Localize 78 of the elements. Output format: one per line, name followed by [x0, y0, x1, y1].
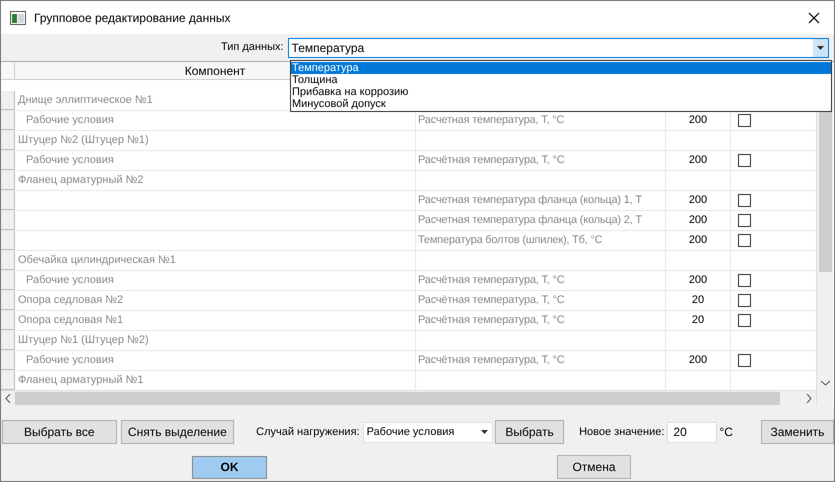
row-checkbox[interactable]	[738, 214, 751, 227]
new-value-field[interactable]: 20	[667, 422, 718, 442]
parameter-name: Расчётная температура, T, °C	[417, 353, 564, 368]
row-header[interactable]	[1, 311, 15, 330]
parameter-name: Расчетная температура фланца (кольца) 2, T	[417, 213, 642, 228]
row-checkbox[interactable]	[738, 274, 751, 287]
component-name: Опора седловая №1	[17, 313, 124, 328]
row-header[interactable]	[1, 331, 15, 350]
component-name: Фланец арматурный №1	[17, 373, 144, 388]
parameter-name: Температура болтов (шпилек), Tб, °C	[417, 233, 602, 248]
row-checkbox[interactable]	[738, 294, 751, 307]
row-header[interactable]	[1, 191, 15, 210]
load-case-name: Рабочие условия	[25, 273, 114, 288]
component-name: Штуцер №1 (Штуцер №2)	[17, 333, 149, 348]
new-value-label: Новое значение:	[579, 424, 664, 440]
parameter-name: Расчетная температура, T, °C	[417, 113, 564, 128]
data-type-option[interactable]: Прибавка на коррозию	[291, 86, 831, 98]
parameter-name: Расчетная температура фланца (кольца) 1, T	[417, 193, 642, 208]
data-type-label: Тип данных:	[221, 40, 284, 56]
component-name: Опора седловая №2	[17, 293, 124, 308]
scroll-left-icon[interactable]	[5, 394, 11, 403]
dropdown-arrow-icon	[480, 430, 488, 434]
row-header[interactable]	[1, 291, 15, 310]
value-cell-text: 200	[688, 353, 708, 368]
component-name: Фланец арматурный №2	[17, 173, 144, 188]
value-cell-text: 200	[688, 153, 708, 168]
value-cell-text: 200	[688, 233, 708, 248]
value-cell-text: 200	[688, 273, 708, 288]
value-cell-text: 200	[688, 213, 708, 228]
select-all-button[interactable]: Выбрать все	[2, 420, 117, 444]
value-cell-text: 20	[692, 313, 704, 328]
load-case-dropdown[interactable]: Рабочие условия	[362, 422, 493, 442]
scroll-down-icon[interactable]	[820, 380, 830, 386]
row-checkbox[interactable]	[738, 194, 751, 207]
horizontal-scrollbar[interactable]	[1, 390, 816, 406]
row-checkbox[interactable]	[738, 234, 751, 247]
row-header[interactable]	[1, 151, 15, 170]
unit-label: °C	[719, 424, 733, 441]
load-case-label: Случай нагружения:	[256, 424, 360, 440]
row-checkbox[interactable]	[738, 114, 751, 127]
component-name: Штуцер №2 (Штуцер №1)	[17, 133, 149, 148]
row-header[interactable]	[1, 91, 15, 110]
component-name: Днище эллиптическое №1	[17, 93, 153, 108]
row-header[interactable]	[1, 231, 15, 250]
row-header[interactable]	[1, 211, 15, 230]
cancel-button[interactable]: Отмена	[557, 455, 631, 479]
close-icon[interactable]	[808, 12, 820, 24]
parameter-name: Расчётная температура, T, °C	[417, 273, 564, 288]
data-type-option[interactable]: Минусовой допуск	[291, 98, 831, 110]
load-case-name: Рабочие условия	[25, 153, 114, 168]
value-cell-text: 20	[692, 293, 704, 308]
data-type-option[interactable]: Температура	[291, 62, 831, 74]
row-header[interactable]	[1, 271, 15, 290]
scroll-right-icon[interactable]	[806, 394, 812, 403]
value-cell-text: 200	[688, 113, 708, 128]
window-title: Групповое редактирование данных	[34, 10, 230, 26]
row-checkbox[interactable]	[738, 154, 751, 167]
load-case-name: Рабочие условия	[25, 353, 114, 368]
parameter-name: Расчётная температура, T, °C	[417, 313, 564, 328]
dropdown-arrow-icon	[816, 46, 824, 50]
row-checkbox[interactable]	[738, 314, 751, 327]
choose-button[interactable]: Выбрать	[494, 420, 564, 444]
replace-button[interactable]: Заменить	[760, 420, 834, 444]
load-case-name: Рабочие условия	[25, 113, 114, 128]
data-type-dropdown[interactable]: Температура	[288, 38, 829, 58]
row-header[interactable]	[1, 131, 15, 150]
ok-button[interactable]: OK	[192, 456, 267, 478]
value-cell-text: 200	[688, 193, 708, 208]
row-checkbox[interactable]	[738, 354, 751, 367]
parameter-name: Расчётная температура, T, °C	[417, 293, 564, 308]
row-header[interactable]	[1, 111, 15, 130]
row-header[interactable]	[1, 351, 15, 370]
deselect-button[interactable]: Снять выделение	[120, 420, 234, 444]
app-icon	[10, 10, 26, 24]
parameter-name: Расчётная температура, T, °C	[417, 153, 564, 168]
row-header[interactable]	[1, 251, 15, 270]
component-name: Обечайка цилиндрическая №1	[17, 253, 176, 268]
row-header[interactable]	[1, 171, 15, 190]
